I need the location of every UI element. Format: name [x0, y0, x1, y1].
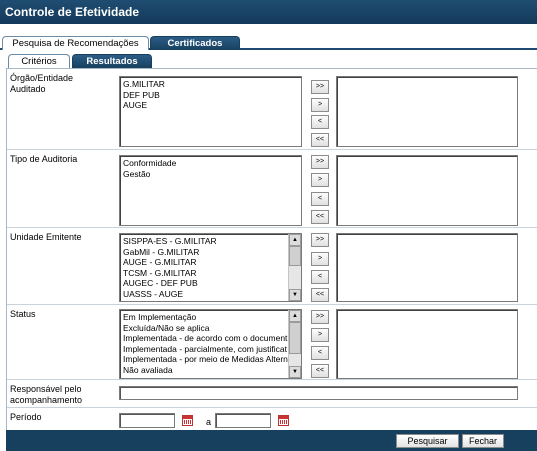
main-tab-bar: Pesquisa de Recomendações Certificados	[0, 34, 537, 50]
action-bar: Pesquisar Fechar	[6, 430, 537, 451]
list-option[interactable]: Em Implementação	[123, 312, 285, 323]
list-option[interactable]: UASSS - AUGE	[123, 289, 285, 300]
list-option[interactable]: Conformidade	[123, 158, 298, 169]
orgao-add-all-button[interactable]: >>	[311, 80, 329, 94]
status-remove-all-button[interactable]: <<	[311, 364, 329, 378]
status-add-all-button[interactable]: >>	[311, 310, 329, 324]
tipo-label: Tipo de Auditoria	[10, 154, 78, 164]
periodo-label: Período	[10, 412, 42, 422]
orgao-available-list[interactable]: G.MILITAR DEF PUB AUGE	[119, 76, 302, 147]
responsavel-input[interactable]	[119, 386, 518, 400]
scroll-up-arrow-icon[interactable]: ▲	[289, 310, 301, 322]
list-option[interactable]: Excluída/Não se aplica	[123, 323, 285, 334]
scroll-down-arrow-icon[interactable]: ▼	[289, 366, 301, 378]
list-option[interactable]: Não avaliada	[123, 365, 285, 376]
list-option[interactable]: AUGEC - DEF PUB	[123, 278, 285, 289]
orgao-selected-list[interactable]	[336, 76, 518, 147]
tab-criterios[interactable]: Critérios	[8, 54, 70, 68]
periodo-to-input[interactable]	[215, 413, 271, 428]
unidade-scrollbar[interactable]: ▲ ▼	[288, 234, 301, 301]
unidade-selected-list[interactable]	[336, 233, 518, 302]
list-option[interactable]: Implementada - de acordo com o document	[123, 333, 287, 344]
criteria-panel: Órgão/Entidade Auditado G.MILITAR DEF PU…	[6, 68, 537, 451]
tab-pesquisa-recomendacoes[interactable]: Pesquisa de Recomendações	[2, 36, 149, 50]
status-remove-button[interactable]: <	[311, 346, 329, 360]
tipo-add-button[interactable]: >	[311, 173, 329, 187]
close-button[interactable]: Fechar	[462, 434, 504, 448]
list-option[interactable]: AUGE - G.MILITAR	[123, 257, 285, 268]
list-option[interactable]: Implementada - parcialmente, com justifi…	[123, 344, 287, 355]
list-option[interactable]: Implementada - por meio de Medidas Alter…	[123, 354, 288, 365]
orgao-remove-all-button[interactable]: <<	[311, 133, 329, 147]
list-option[interactable]: DEF PUB	[123, 90, 298, 101]
tipo-available-list[interactable]: Conformidade Gestão	[119, 155, 302, 226]
section-orgao: Órgão/Entidade Auditado G.MILITAR DEF PU…	[7, 69, 537, 150]
window-title: Controle de Efetividade	[0, 0, 537, 24]
unidade-label: Unidade Emitente	[10, 232, 82, 242]
search-button[interactable]: Pesquisar	[396, 434, 459, 448]
unidade-add-all-button[interactable]: >>	[311, 233, 329, 247]
list-option[interactable]: AUGE	[123, 100, 298, 111]
orgao-remove-button[interactable]: <	[311, 115, 329, 129]
orgao-add-button[interactable]: >	[311, 98, 329, 112]
responsavel-label: Responsável pelo acompanhamento	[10, 384, 83, 405]
section-unidade: Unidade Emitente SISPPA-ES - G.MILITAR G…	[7, 228, 537, 305]
scroll-down-arrow-icon[interactable]: ▼	[289, 289, 301, 301]
tab-resultados[interactable]: Resultados	[72, 54, 152, 68]
orgao-label: Órgão/Entidade Auditado	[10, 73, 74, 94]
periodo-separator: a	[206, 417, 212, 427]
status-available-list[interactable]: Em Implementação Excluída/Não se aplica …	[119, 309, 302, 379]
list-option[interactable]: SISPPA-ES - G.MILITAR	[123, 236, 285, 247]
unidade-remove-all-button[interactable]: <<	[311, 288, 329, 302]
tab-certificados[interactable]: Certificados	[150, 36, 240, 50]
periodo-from-input[interactable]	[119, 413, 175, 428]
status-scrollbar[interactable]: ▲ ▼	[288, 310, 301, 378]
scroll-up-arrow-icon[interactable]: ▲	[289, 234, 301, 246]
tipo-remove-all-button[interactable]: <<	[311, 210, 329, 224]
list-option[interactable]: G.MILITAR	[123, 79, 298, 90]
calendar-icon[interactable]	[278, 415, 289, 426]
unidade-add-button[interactable]: >	[311, 252, 329, 266]
tipo-remove-button[interactable]: <	[311, 192, 329, 206]
unidade-remove-button[interactable]: <	[311, 270, 329, 284]
scroll-thumb[interactable]	[289, 246, 301, 266]
list-option[interactable]: TCSM - G.MILITAR	[123, 268, 285, 279]
status-selected-list[interactable]	[336, 309, 518, 379]
scroll-thumb[interactable]	[289, 322, 301, 354]
status-add-button[interactable]: >	[311, 328, 329, 342]
list-option[interactable]: Gestão	[123, 169, 298, 180]
section-status: Status Em Implementação Excluída/Não se …	[7, 305, 537, 380]
section-responsavel: Responsável pelo acompanhamento	[7, 380, 537, 408]
sub-tab-bar: Critérios Resultados	[6, 54, 537, 68]
tipo-add-all-button[interactable]: >>	[311, 155, 329, 169]
list-option[interactable]: GabMil - G.MILITAR	[123, 247, 285, 258]
status-label: Status	[10, 309, 36, 319]
section-tipo: Tipo de Auditoria Conformidade Gestão >>…	[7, 150, 537, 228]
section-periodo: Período a	[7, 408, 537, 431]
unidade-available-list[interactable]: SISPPA-ES - G.MILITAR GabMil - G.MILITAR…	[119, 233, 302, 302]
tipo-selected-list[interactable]	[336, 155, 518, 226]
calendar-icon[interactable]	[182, 415, 193, 426]
